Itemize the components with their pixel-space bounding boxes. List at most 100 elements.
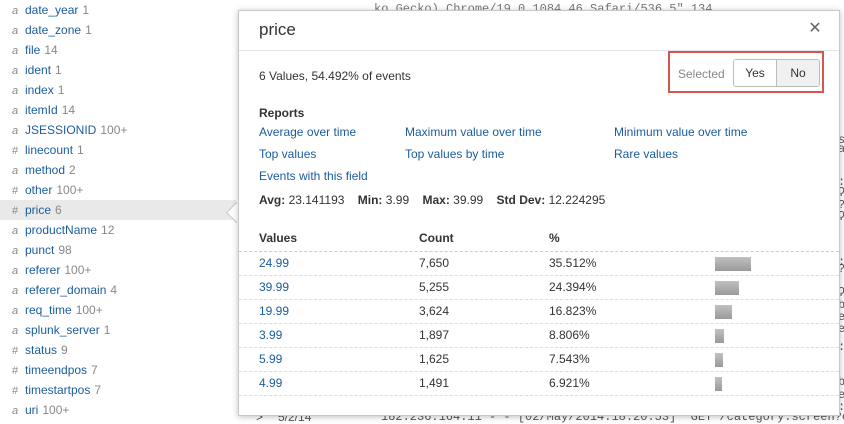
- string-type-icon: a: [12, 305, 19, 317]
- field-item[interactable]: a splunk_server 1: [0, 320, 236, 340]
- field-item[interactable]: # price 6: [0, 200, 236, 220]
- std-value: 12.224295: [548, 193, 606, 207]
- table-row: 24.99 7,650 35.512%: [239, 252, 839, 276]
- field-item[interactable]: a req_time 100+: [0, 300, 236, 320]
- report-top-values[interactable]: Top values: [259, 147, 316, 161]
- table-row: 5.99 1,625 7.543%: [239, 348, 839, 372]
- table-row: 4.99 1,491 6.921%: [239, 372, 839, 396]
- report-maximum-over-time[interactable]: Maximum value over time: [405, 125, 542, 139]
- col-percent-header: %: [549, 231, 560, 245]
- field-item[interactable]: # status 9: [0, 340, 236, 360]
- field-item[interactable]: a method 2: [0, 160, 236, 180]
- value-link[interactable]: 24.99: [259, 252, 289, 275]
- field-name[interactable]: timestartpos: [25, 383, 90, 397]
- value-link[interactable]: 4.99: [259, 372, 282, 395]
- field-item[interactable]: # other 100+: [0, 180, 236, 200]
- value-count: 1,625: [419, 352, 450, 366]
- field-item[interactable]: # timestartpos 7: [0, 380, 236, 400]
- field-item[interactable]: a referer 100+: [0, 260, 236, 280]
- field-name[interactable]: file: [25, 43, 40, 57]
- string-type-icon: a: [12, 5, 19, 17]
- max-label: Max:: [422, 193, 450, 207]
- field-name[interactable]: index: [25, 83, 54, 97]
- value-count: 1,491: [419, 376, 450, 390]
- field-name[interactable]: req_time: [25, 303, 72, 317]
- close-icon[interactable]: ✕: [807, 21, 823, 37]
- col-values-header: Values: [259, 231, 298, 245]
- string-type-icon: a: [12, 65, 19, 77]
- percent-bar: [715, 377, 722, 391]
- field-item[interactable]: a date_year 1: [0, 0, 236, 20]
- field-name[interactable]: referer_domain: [25, 283, 106, 297]
- report-rare-values[interactable]: Rare values: [614, 147, 678, 161]
- field-item[interactable]: a file 14: [0, 40, 236, 60]
- field-name[interactable]: method: [25, 163, 65, 177]
- field-name[interactable]: date_zone: [25, 23, 81, 37]
- report-events-with-field[interactable]: Events with this field: [259, 169, 368, 183]
- table-row: 19.99 3,624 16.823%: [239, 300, 839, 324]
- field-name[interactable]: punct: [25, 243, 54, 257]
- table-body: 24.99 7,650 35.512% 39.99 5,255 24.394% 19.99 3…: [239, 252, 839, 396]
- string-type-icon: a: [12, 285, 19, 297]
- field-count: 4: [110, 283, 118, 297]
- string-type-icon: a: [12, 25, 19, 37]
- selected-label: Selected: [678, 67, 725, 81]
- field-summary-popup: price ✕ 6 Values, 54.492% of events Sele…: [238, 10, 840, 416]
- field-item[interactable]: a punct 98: [0, 240, 236, 260]
- numeric-type-icon: #: [12, 365, 19, 377]
- report-top-values-by-time[interactable]: Top values by time: [405, 147, 504, 161]
- field-name[interactable]: ident: [25, 63, 51, 77]
- field-count: 2: [69, 163, 76, 177]
- string-type-icon: a: [12, 405, 19, 417]
- field-count: 12: [101, 223, 115, 237]
- report-average-over-time[interactable]: Average over time: [259, 125, 356, 139]
- no-button[interactable]: No: [777, 60, 819, 86]
- field-name[interactable]: date_year: [25, 3, 78, 17]
- field-name[interactable]: timeendpos: [25, 363, 87, 377]
- string-type-icon: a: [12, 165, 19, 177]
- table-row: 39.99 5,255 24.394%: [239, 276, 839, 300]
- field-name[interactable]: status: [25, 343, 57, 357]
- field-item[interactable]: a itemId 14: [0, 100, 236, 120]
- values-summary: 6 Values, 54.492% of events: [259, 69, 411, 83]
- value-percent: 6.921%: [549, 376, 590, 390]
- percent-bar: [715, 257, 751, 271]
- field-item[interactable]: a ident 1: [0, 60, 236, 80]
- string-type-icon: a: [12, 245, 19, 257]
- value-link[interactable]: 39.99: [259, 276, 289, 299]
- field-item[interactable]: a JSESSIONID 100+: [0, 120, 236, 140]
- field-name[interactable]: referer: [25, 263, 60, 277]
- field-name[interactable]: splunk_server: [25, 323, 100, 337]
- field-name[interactable]: itemId: [25, 103, 58, 117]
- field-item[interactable]: # linecount 1: [0, 140, 236, 160]
- field-name[interactable]: linecount: [25, 143, 73, 157]
- numeric-type-icon: #: [12, 345, 19, 357]
- field-name[interactable]: price: [25, 203, 51, 217]
- report-minimum-over-time[interactable]: Minimum value over time: [614, 125, 747, 139]
- string-type-icon: a: [12, 105, 19, 117]
- field-name[interactable]: JSESSIONID: [25, 123, 96, 137]
- value-link[interactable]: 3.99: [259, 324, 282, 347]
- value-link[interactable]: 19.99: [259, 300, 289, 323]
- field-name[interactable]: uri: [25, 403, 38, 417]
- field-name[interactable]: productName: [25, 223, 97, 237]
- value-count: 7,650: [419, 256, 450, 270]
- table-row: 3.99 1,897 8.806%: [239, 324, 839, 348]
- field-count: 1: [57, 83, 65, 97]
- percent-bar: [715, 281, 739, 295]
- value-link[interactable]: 5.99: [259, 348, 282, 371]
- string-type-icon: a: [12, 325, 19, 337]
- field-name[interactable]: other: [25, 183, 52, 197]
- field-item[interactable]: # timeendpos 7: [0, 360, 236, 380]
- field-item[interactable]: a date_zone 1: [0, 20, 236, 40]
- string-type-icon: a: [12, 85, 19, 97]
- field-item[interactable]: a uri 100+: [0, 400, 236, 420]
- field-item[interactable]: a referer_domain 4: [0, 280, 236, 300]
- field-item[interactable]: a productName 12: [0, 220, 236, 240]
- yes-button[interactable]: Yes: [734, 60, 777, 86]
- max-value: 39.99: [453, 193, 484, 207]
- reports-heading: Reports: [259, 106, 305, 120]
- field-item[interactable]: a index 1: [0, 80, 236, 100]
- value-count: 1,897: [419, 328, 450, 342]
- value-count: 3,624: [419, 304, 450, 318]
